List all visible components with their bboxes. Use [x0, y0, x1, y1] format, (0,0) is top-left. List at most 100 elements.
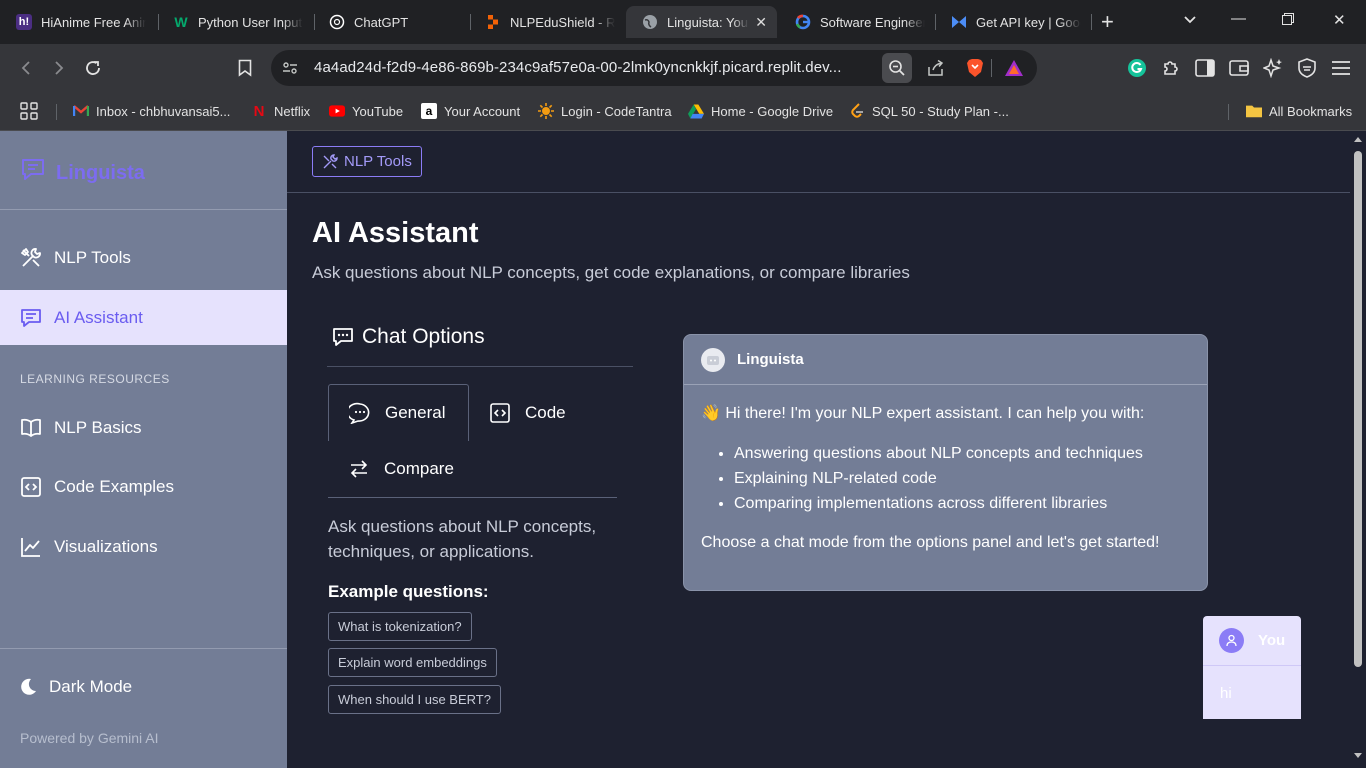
reload-icon[interactable] — [79, 54, 107, 82]
bookmark-label: Login - CodeTantra — [561, 103, 672, 119]
site-info-icon[interactable] — [278, 56, 302, 80]
examples-title: Example questions: — [328, 582, 489, 601]
close-window-icon[interactable]: ✕ — [1333, 11, 1346, 29]
browser-tab-software[interactable]: Software Engineer — [779, 6, 935, 38]
leo-ai-icon[interactable] — [1261, 56, 1285, 80]
arrows-swap-icon — [350, 459, 368, 478]
divider — [1228, 104, 1229, 120]
share-icon[interactable] — [924, 56, 948, 80]
mode-description: Ask questions about NLP concepts, techni… — [328, 517, 597, 561]
dark-mode-toggle[interactable]: Dark Mode — [19, 677, 132, 697]
bookmark-star-icon[interactable] — [231, 54, 259, 82]
browser-tab-bar: h! HiAnime Free Anime W Python User Inpu… — [0, 0, 1366, 44]
bot-message-header: Linguista — [684, 335, 1207, 385]
bot-name: Linguista — [737, 351, 804, 368]
forward-icon[interactable] — [45, 54, 73, 82]
code-icon — [490, 402, 510, 423]
mode-label: Code — [525, 402, 566, 422]
sidebar-item-nlp-basics[interactable]: NLP Basics — [0, 400, 287, 455]
vpn-icon[interactable] — [1295, 56, 1319, 80]
example-question-button[interactable]: Explain word embeddings — [328, 648, 497, 677]
bookmark-youtube[interactable]: YouTube — [329, 101, 403, 121]
bookmark-drive[interactable]: Home - Google Drive — [688, 101, 833, 121]
brave-shields-icon[interactable] — [963, 56, 987, 80]
bookmark-gmail[interactable]: Inbox - chbhuvansai5... — [73, 101, 230, 121]
app-sidebar: Linguista NLP Tools AI Assistant LEARNIN… — [0, 131, 287, 768]
tab-title: Python User Input — [198, 14, 303, 30]
globe-icon — [642, 14, 658, 30]
browser-tab-hianime[interactable]: h! HiAnime Free Anime — [0, 6, 156, 38]
minimize-icon[interactable]: — — [1231, 10, 1246, 27]
wallet-icon[interactable] — [1227, 56, 1251, 80]
dark-mode-label: Dark Mode — [49, 677, 133, 696]
mode-label: General — [385, 403, 446, 422]
example-question-button[interactable]: What is tokenization? — [328, 612, 472, 641]
close-tab-icon[interactable]: ✕ — [755, 14, 767, 31]
scrollbar-thumb[interactable] — [1354, 151, 1362, 667]
replit-icon — [485, 14, 501, 30]
sidebar-item-label: NLP Basics — [54, 417, 142, 437]
zoom-icon[interactable] — [882, 53, 912, 83]
maximize-icon[interactable] — [1282, 12, 1294, 29]
folder-icon — [1246, 103, 1262, 119]
menu-icon[interactable] — [1329, 56, 1353, 80]
tab-search-icon[interactable] — [1183, 12, 1197, 30]
bookmark-codetantra[interactable]: Login - CodeTantra — [538, 101, 672, 121]
browser-tab-api-key[interactable]: Get API key | Google — [935, 6, 1091, 38]
tab-title: ChatGPT — [354, 14, 409, 30]
sidebar-toggle-icon[interactable] — [1193, 56, 1217, 80]
w3schools-icon: W — [174, 14, 188, 30]
bookmark-label: All Bookmarks — [1269, 103, 1353, 119]
bookmark-amazon[interactable]: a Your Account — [421, 101, 520, 121]
robot-icon — [707, 355, 719, 365]
browser-tab-chatgpt[interactable]: ChatGPT — [313, 6, 469, 38]
page-subtitle: Ask questions about NLP concepts, get co… — [312, 263, 910, 282]
mode-tab-compare[interactable]: Compare — [328, 440, 488, 497]
sidebar-item-label: NLP Tools — [54, 247, 131, 267]
all-bookmarks[interactable]: All Bookmarks — [1246, 101, 1352, 121]
drive-icon — [688, 103, 704, 119]
page-scrollbar[interactable] — [1350, 131, 1366, 768]
logo-text: Linguista — [56, 161, 145, 184]
book-icon — [21, 418, 41, 437]
bookmark-label: Your Account — [444, 103, 521, 119]
browser-tab-replit[interactable]: NLPEduShield - Replit — [469, 6, 625, 38]
bookmark-netflix[interactable]: N Netflix — [251, 101, 311, 121]
sidebar-item-visualizations[interactable]: Visualizations — [0, 519, 287, 574]
apps-grid-icon[interactable] — [20, 101, 38, 121]
example-question-button[interactable]: When should I use BERT? — [328, 685, 501, 714]
grammarly-icon[interactable] — [1125, 56, 1149, 80]
speech-bubble-icon — [349, 402, 370, 424]
brave-rewards-icon[interactable] — [1002, 56, 1026, 80]
new-tab-button[interactable]: + — [1101, 9, 1114, 35]
capability-item: Comparing implementations across differe… — [734, 491, 1196, 516]
chart-icon — [21, 537, 40, 557]
sidebar-item-nlp-tools[interactable]: NLP Tools — [0, 230, 287, 285]
message-dots-icon — [333, 328, 353, 346]
code-icon — [21, 476, 41, 497]
extensions-icon[interactable] — [1159, 56, 1183, 80]
bookmark-leetcode[interactable]: SQL 50 - Study Plan -... — [849, 101, 1009, 121]
chatgpt-icon — [329, 14, 345, 30]
bot-message-card: Linguista 👋 Hi there! I'm your NLP exper… — [683, 334, 1208, 591]
sidebar-item-ai-assistant[interactable]: AI Assistant — [0, 290, 287, 345]
browser-tab-python[interactable]: W Python User Input — [157, 6, 313, 38]
amazon-icon: a — [421, 103, 437, 119]
netflix-icon: N — [253, 102, 265, 120]
scroll-down-arrow-icon[interactable] — [1354, 753, 1362, 758]
nlp-tools-breadcrumb-button[interactable]: NLP Tools — [312, 146, 422, 177]
back-icon[interactable] — [12, 54, 40, 82]
mode-tab-code[interactable]: Code — [469, 384, 609, 441]
app-logo[interactable]: Linguista — [20, 157, 145, 189]
bookmark-label: Inbox - chbhuvansai5... — [96, 103, 231, 119]
bookmark-label: YouTube — [352, 103, 404, 119]
scroll-up-arrow-icon[interactable] — [1354, 137, 1362, 142]
sidebar-item-code-examples[interactable]: Code Examples — [0, 459, 287, 514]
address-bar[interactable]: 4a4ad24d-f2d9-4e86-869b-234c9af57e0a-00-… — [271, 50, 1037, 86]
hianime-icon: h! — [16, 14, 32, 30]
sidebar-item-label: Code Examples — [54, 476, 175, 496]
browser-tab-linguista[interactable]: Linguista: Your NLP ✕ — [626, 6, 777, 38]
browser-toolbar: 4a4ad24d-f2d9-4e86-869b-234c9af57e0a-00-… — [0, 44, 1366, 92]
user-message-header: You — [1203, 616, 1301, 666]
mode-tab-general[interactable]: General — [328, 384, 469, 441]
